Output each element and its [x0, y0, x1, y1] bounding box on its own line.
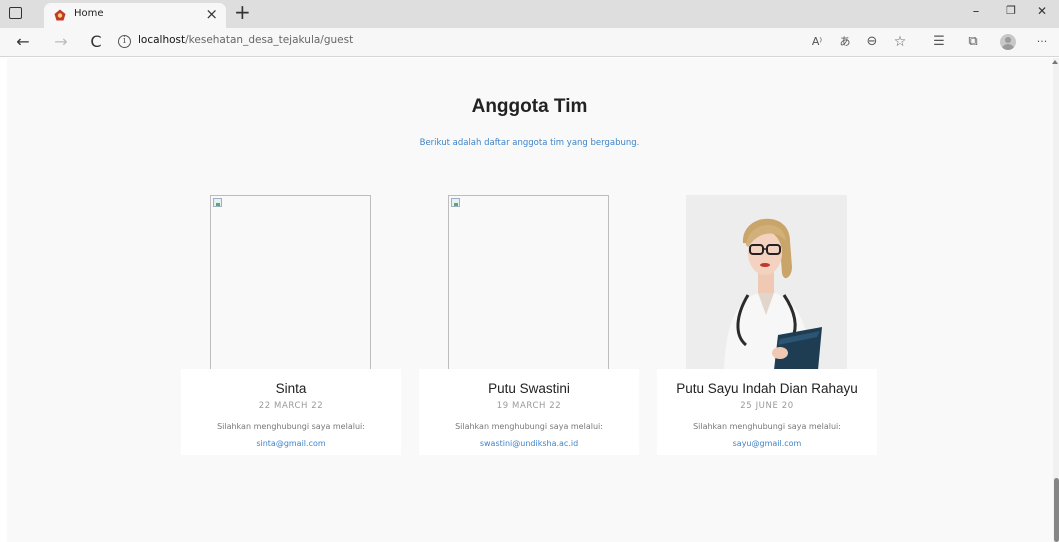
member-card-body: Putu Sayu Indah Dian Rahayu 25 JUNE 20 S…: [657, 369, 877, 455]
back-button[interactable]: ←: [13, 32, 33, 52]
section-subtitle: Berikut adalah daftar anggota tim yang b…: [419, 138, 640, 148]
member-photo: [686, 195, 847, 370]
member-email-link[interactable]: sayu@gmail.com: [657, 439, 877, 448]
forward-button[interactable]: →: [51, 32, 71, 52]
member-card-body: Putu Swastini 19 MARCH 22 Silahkan mengh…: [419, 369, 639, 455]
close-window-button[interactable]: ✕: [1028, 4, 1056, 18]
member-contact-label: Silahkan menghubungi saya melalui:: [455, 422, 603, 431]
scrollbar-thumb[interactable]: [1054, 478, 1059, 542]
tab-home[interactable]: Home ×: [44, 3, 226, 28]
tab-title: Home: [74, 8, 104, 19]
restore-button[interactable]: ❐: [997, 4, 1025, 17]
site-favicon-icon: [54, 9, 66, 21]
new-tab-button[interactable]: +: [234, 1, 251, 23]
minimize-button[interactable]: –: [962, 4, 990, 19]
page-left-edge: [0, 58, 7, 542]
member-contact-label: Silahkan menghubungi saya melalui:: [693, 422, 841, 431]
tab-close-icon[interactable]: ×: [205, 5, 218, 23]
member-contact-label: Silahkan menghubungi saya melalui:: [217, 422, 365, 431]
zoom-icon[interactable]: ⊖: [863, 34, 881, 50]
member-photo-broken: [448, 195, 609, 370]
member-card-body: Sinta 22 MARCH 22 Silahkan menghubungi s…: [181, 369, 401, 455]
address-bar[interactable]: i localhost/kesehatan_desa_tejakula/gues…: [112, 31, 787, 53]
url-host: localhost: [138, 34, 186, 46]
member-name: Putu Sayu Indah Dian Rahayu: [676, 381, 858, 396]
refresh-button[interactable]: C: [86, 32, 106, 52]
member-name: Sinta: [275, 381, 307, 396]
member-date: 19 MARCH 22: [496, 401, 562, 411]
member-photo-broken: [210, 195, 371, 370]
member-date: 22 MARCH 22: [258, 401, 324, 411]
url-path: /kesehatan_desa_tejakula/guest: [185, 34, 354, 46]
browser-toolbar: ← → C i localhost/kesehatan_desa_tejakul…: [0, 28, 1059, 57]
favorite-add-icon[interactable]: ☆: [891, 34, 909, 50]
tab-actions-icon[interactable]: [9, 7, 22, 19]
translate-icon[interactable]: あ: [836, 34, 854, 50]
member-email-link[interactable]: swastini@undiksha.ac.id: [419, 439, 639, 448]
member-name: Putu Swastini: [488, 381, 570, 396]
tab-strip: Home × + – ❐ ✕: [0, 0, 1059, 28]
broken-image-icon: [451, 198, 460, 207]
page-scrollbar[interactable]: [1052, 58, 1059, 542]
scroll-up-arrow-icon[interactable]: [1052, 60, 1058, 64]
url-text[interactable]: localhost/kesehatan_desa_tejakula/guest: [138, 34, 353, 46]
profile-icon[interactable]: [1000, 34, 1016, 50]
site-info-icon[interactable]: i: [118, 35, 131, 48]
broken-image-icon: [213, 198, 222, 207]
page-viewport: Anggota Tim Berikut adalah daftar anggot…: [0, 58, 1059, 542]
section-title: Anggota Tim: [471, 96, 588, 117]
favorites-icon[interactable]: ☰: [930, 34, 948, 50]
read-aloud-icon[interactable]: A⁾: [808, 34, 826, 50]
more-icon[interactable]: ···: [1033, 34, 1051, 50]
doctor-portrait-image: [686, 195, 847, 370]
member-date: 25 JUNE 20: [740, 401, 794, 411]
member-email-link[interactable]: sinta@gmail.com: [181, 439, 401, 448]
collections-icon[interactable]: ⧉: [964, 34, 982, 50]
